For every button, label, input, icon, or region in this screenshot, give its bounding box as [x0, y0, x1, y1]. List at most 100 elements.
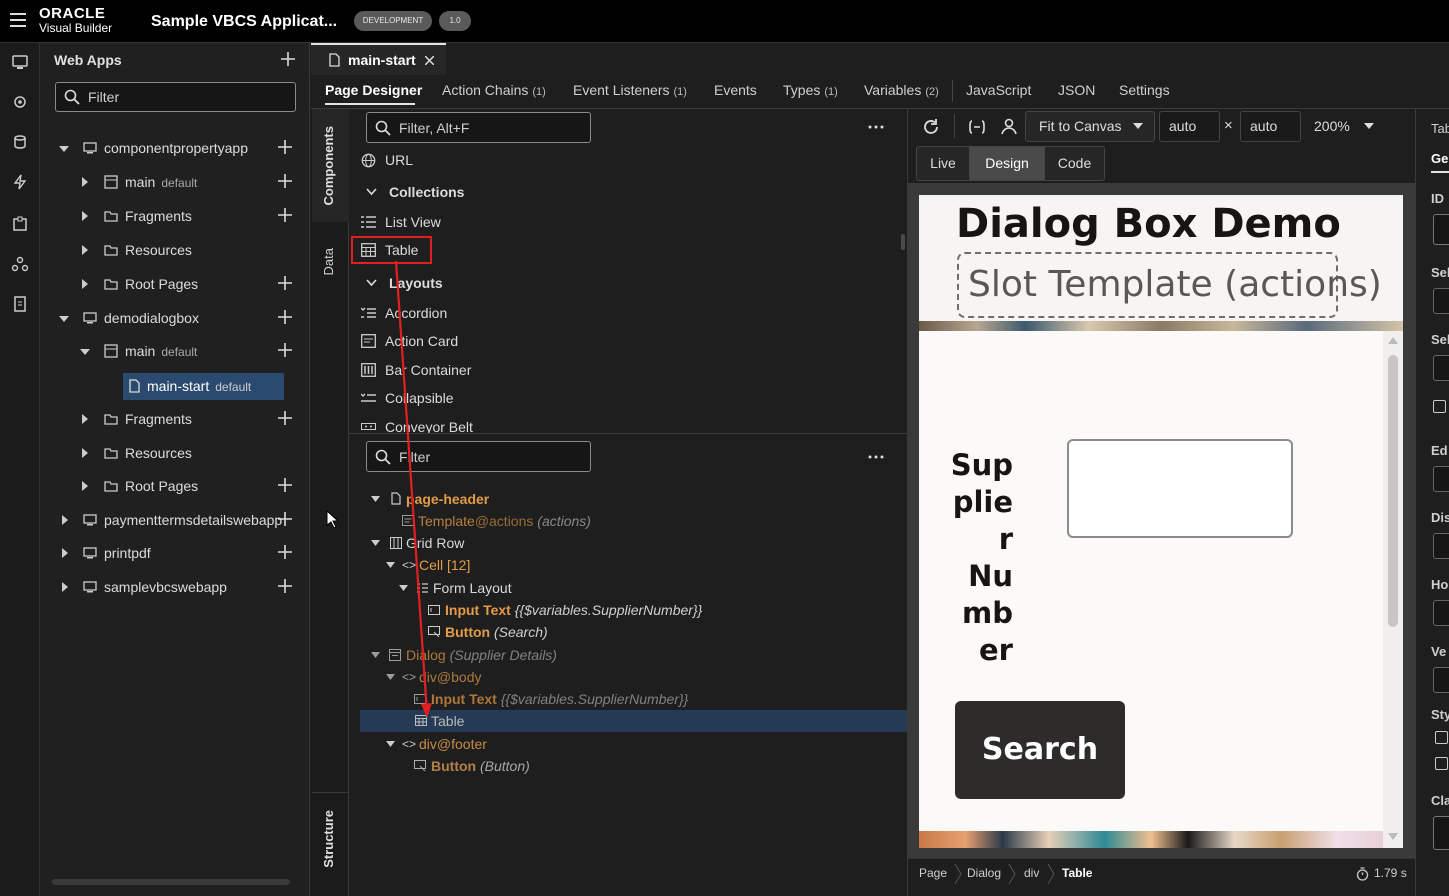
components-scrollbar[interactable] [901, 234, 905, 250]
tree-row-main[interactable]: main default [80, 168, 280, 196]
checkbox[interactable] [1435, 757, 1448, 770]
class-input[interactable] [1433, 816, 1449, 850]
caret-down-icon[interactable] [59, 144, 69, 154]
refresh-icon[interactable] [922, 118, 940, 136]
vertical-input[interactable] [1433, 667, 1449, 693]
tab-event-listeners[interactable]: Event Listeners (1) [573, 82, 687, 98]
web-apps-filter-input[interactable]: Filter [55, 82, 296, 112]
height-input[interactable]: auto [1240, 111, 1301, 142]
scroll-down-icon[interactable] [1388, 833, 1398, 840]
user-icon[interactable] [1000, 117, 1018, 135]
extensions-icon[interactable] [11, 255, 29, 273]
structure-more-icon[interactable] [868, 455, 884, 459]
width-input[interactable]: auto [1159, 111, 1220, 142]
add-icon[interactable] [278, 411, 294, 427]
tab-action-chains[interactable]: Action Chains (1) [442, 82, 546, 98]
add-web-app-icon[interactable] [281, 52, 295, 66]
tree-row-paymenttermsdetailswebapp[interactable]: paymenttermsdetailswebapp [58, 506, 288, 534]
select-input[interactable] [1433, 355, 1449, 381]
breadcrumb-dialog[interactable]: Dialog [967, 859, 1001, 888]
slot-template-placeholder[interactable]: Slot Template (actions) [957, 252, 1382, 318]
tab-events[interactable]: Events [714, 82, 757, 98]
add-icon[interactable] [278, 276, 294, 292]
breadcrumb-div[interactable]: div [1024, 859, 1039, 888]
tree-row-fragments-2[interactable]: Fragments [80, 405, 280, 433]
caret-right-icon[interactable] [80, 177, 90, 187]
caret-right-icon[interactable] [80, 448, 90, 458]
caret-right-icon[interactable] [60, 515, 70, 525]
tree-row-main-2[interactable]: main default [80, 337, 280, 365]
checkbox[interactable] [1433, 400, 1446, 413]
id-input[interactable] [1433, 214, 1449, 245]
tab-variables[interactable]: Variables (2) [864, 82, 939, 98]
caret-down-icon[interactable] [371, 539, 380, 547]
source-icon[interactable] [11, 295, 29, 313]
tree-row-resources-2[interactable]: Resources [80, 439, 280, 467]
database-icon[interactable] [11, 133, 29, 151]
close-icon[interactable] [425, 56, 434, 65]
search-button[interactable]: Search [955, 701, 1125, 799]
caret-right-icon[interactable] [80, 414, 90, 424]
tree-row-root-pages[interactable]: Root Pages [80, 270, 280, 298]
fit-to-canvas-select[interactable]: Fit to Canvas [1025, 111, 1155, 142]
file-tab-main-start[interactable]: main-start [311, 43, 446, 75]
supplier-number-input[interactable] [1067, 439, 1293, 538]
select-input[interactable] [1433, 288, 1449, 314]
tree-row-root-pages-2[interactable]: Root Pages [80, 472, 280, 500]
side-tab-components[interactable]: Components [321, 126, 336, 205]
tree-row-resources[interactable]: Resources [80, 236, 280, 264]
horizontal-scrollbar[interactable] [52, 879, 290, 885]
tree-row-componentpropertyapp[interactable]: componentpropertyapp [58, 134, 288, 162]
tab-types[interactable]: Types (1) [783, 82, 838, 98]
add-icon[interactable] [278, 174, 294, 190]
caret-down-icon[interactable] [59, 314, 69, 324]
tree-row-printpdf[interactable]: printpdf [58, 539, 288, 567]
horizontal-input[interactable] [1433, 600, 1449, 626]
side-tab-structure[interactable]: Structure [321, 810, 336, 868]
caret-right-icon[interactable] [80, 211, 90, 221]
tab-json[interactable]: JSON [1058, 82, 1095, 98]
display-input[interactable] [1433, 533, 1449, 559]
checkbox[interactable] [1435, 731, 1448, 744]
services-icon[interactable] [11, 93, 29, 111]
scroll-up-icon[interactable] [1388, 337, 1398, 344]
mode-live[interactable]: Live [916, 146, 970, 181]
caret-right-icon[interactable] [60, 582, 70, 592]
tree-row-fragments[interactable]: Fragments [80, 202, 280, 230]
caret-down-icon[interactable] [371, 651, 380, 659]
components-filter-input[interactable]: Filter, Alt+F [366, 112, 591, 143]
properties-general-tab[interactable]: Ge [1431, 151, 1448, 166]
add-icon[interactable] [278, 343, 294, 359]
add-icon[interactable] [278, 545, 294, 561]
tree-row-demodialogbox[interactable]: demodialogbox [58, 304, 288, 332]
components-icon[interactable] [11, 215, 29, 233]
tab-page-designer[interactable]: Page Designer [325, 82, 422, 98]
breadcrumb-table[interactable]: Table [1062, 859, 1092, 888]
zoom-select[interactable]: 200% [1314, 111, 1376, 142]
add-icon[interactable] [278, 512, 294, 528]
add-icon[interactable] [278, 310, 294, 326]
caret-down-icon[interactable] [386, 740, 395, 748]
caret-down-icon[interactable] [80, 347, 90, 357]
scroll-thumb[interactable] [1388, 355, 1398, 627]
add-icon[interactable] [278, 140, 294, 156]
editable-input[interactable] [1433, 466, 1449, 492]
components-more-icon[interactable] [868, 125, 884, 129]
add-icon[interactable] [278, 208, 294, 224]
breadcrumb-page[interactable]: Page [919, 859, 947, 888]
web-apps-icon[interactable] [11, 53, 29, 71]
app-title[interactable]: Sample VBCS Applicat... [151, 13, 337, 31]
tab-settings[interactable]: Settings [1119, 82, 1170, 98]
tree-row-main-start-selected[interactable]: main-start default [123, 373, 284, 400]
hamburger-icon[interactable] [10, 13, 26, 27]
add-icon[interactable] [278, 478, 294, 494]
variables-icon[interactable] [968, 118, 986, 136]
actions-icon[interactable] [11, 173, 29, 191]
caret-right-icon[interactable] [80, 481, 90, 491]
structure-table-selected[interactable]: Table [360, 710, 907, 732]
add-icon[interactable] [278, 579, 294, 595]
tree-row-samplevbcswebapp[interactable]: samplevbcswebapp [58, 573, 288, 601]
caret-down-icon[interactable] [371, 495, 380, 503]
tab-javascript[interactable]: JavaScript [966, 82, 1031, 98]
mode-code[interactable]: Code [1044, 146, 1105, 181]
